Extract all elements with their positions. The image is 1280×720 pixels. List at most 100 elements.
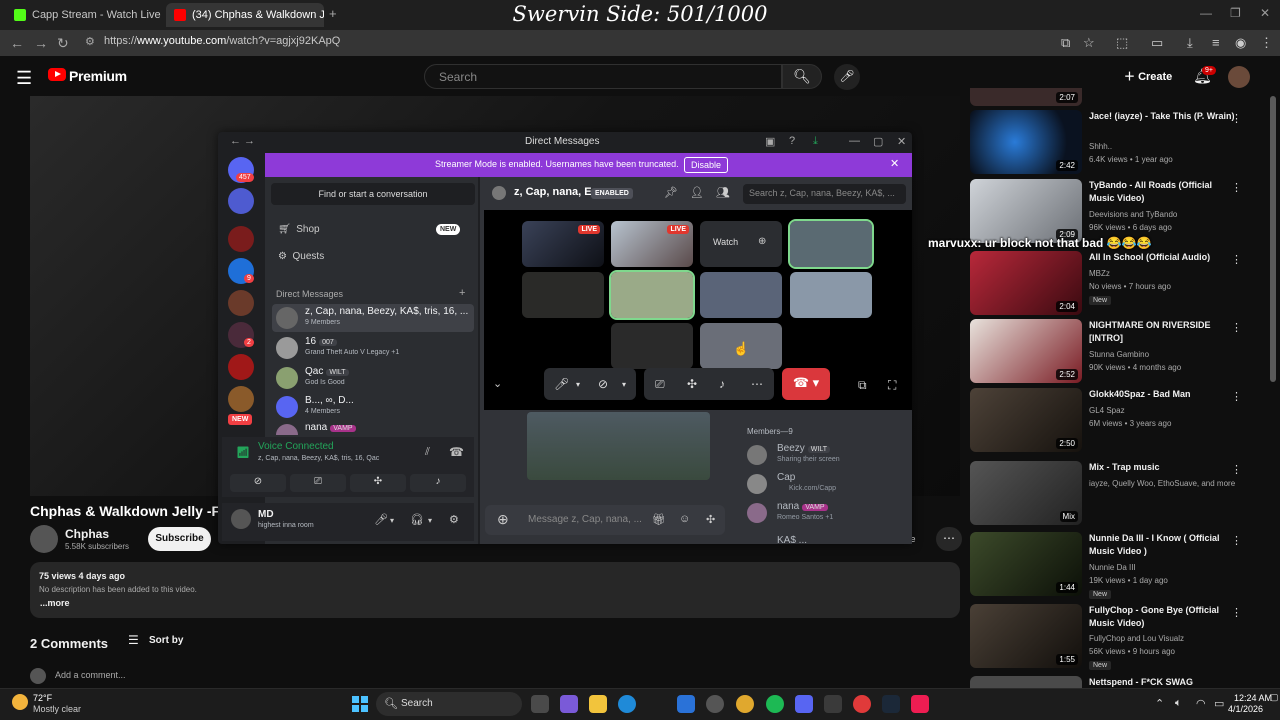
pin-icon[interactable]: 📌︎: [664, 186, 678, 199]
find-conversation-input[interactable]: Find or start a conversation: [271, 183, 475, 205]
tray-chevron-icon[interactable]: ⌃: [1155, 697, 1164, 710]
weather-icon[interactable]: [12, 694, 28, 710]
server-icon[interactable]: 9: [228, 258, 254, 284]
sidebar-icon[interactable]: ▭: [1151, 35, 1163, 51]
server-icon[interactable]: [228, 290, 254, 316]
participant-tile[interactable]: [790, 272, 872, 318]
weather-temp[interactable]: 72°F: [33, 693, 52, 703]
add-comment-input[interactable]: Add a comment...: [55, 670, 126, 680]
new-dm-icon[interactable]: +: [459, 287, 465, 299]
youtube-logo-icon[interactable]: [48, 68, 66, 81]
user-avatar[interactable]: [231, 509, 251, 529]
settings-gear-icon[interactable]: ⚙: [449, 513, 459, 526]
fullscreen-icon[interactable]: ⛶: [888, 378, 896, 393]
tab-youtube[interactable]: (34) Chphas & Walkdown Jelly ✕: [166, 3, 324, 27]
maximize-icon[interactable]: ❐: [1230, 6, 1241, 20]
discord-taskbar-icon[interactable]: [795, 695, 813, 713]
recommendation-item[interactable]: 2:04 All In School (Official Audio) MBZz…: [970, 251, 1260, 321]
recommendation-item[interactable]: 2:50 Glokk40Spaz - Bad Man GL4 Spaz 6M v…: [970, 388, 1260, 458]
url-field[interactable]: https://www.youtube.com/watch?v=agjxj92K…: [104, 35, 340, 47]
voice-search-mic-icon[interactable]: 🎤︎: [834, 64, 860, 90]
recommendation-menu-icon[interactable]: ⋮: [1231, 606, 1242, 619]
call-soundboard-icon[interactable]: ♪: [719, 377, 725, 391]
download-icon[interactable]: ⤓: [1187, 35, 1193, 51]
recommendation-menu-icon[interactable]: ⋮: [1231, 321, 1242, 334]
call-camera-off-icon[interactable]: ⊘: [598, 377, 608, 391]
forward-icon[interactable]: →: [34, 35, 48, 51]
discord-update-download-icon[interactable]: ⤓: [813, 135, 818, 148]
server-icon[interactable]: [228, 188, 254, 214]
recommendation-menu-icon[interactable]: ⋮: [1231, 534, 1242, 547]
create-button[interactable]: ＋ Create: [1124, 68, 1172, 84]
add-friends-icon[interactable]: 👤︎: [690, 186, 704, 199]
bookmark-star-icon[interactable]: ☆: [1083, 35, 1095, 51]
search-icon[interactable]: 🔍︎: [782, 64, 822, 89]
browser-menu-icon[interactable]: ⋮: [1260, 35, 1273, 51]
extensions-icon[interactable]: ⬚: [1116, 35, 1128, 51]
recommendation-partial[interactable]: 2:07: [970, 88, 1260, 106]
notification-center-icon[interactable]: ▢: [1270, 692, 1279, 703]
member-item[interactable]: Beezy WILT Sharing their screen: [747, 443, 907, 471]
dm-item[interactable]: z, Cap, nana, Beezy, KA$, tris, 16, ... …: [272, 304, 474, 332]
stream-tile[interactable]: Watch ⊕: [700, 221, 782, 267]
soundboard-icon[interactable]: ♪: [410, 474, 466, 492]
call-mic-icon[interactable]: 🎤︎: [554, 377, 569, 391]
tab-capp-stream[interactable]: Capp Stream - Watch Live on K ✕: [6, 3, 164, 27]
discord-screen-icon[interactable]: ▣: [765, 135, 775, 148]
sort-icon[interactable]: ☰: [128, 633, 139, 647]
discord-home-icon[interactable]: 457: [228, 157, 254, 183]
hang-up-button[interactable]: ☎ ▾: [782, 368, 830, 400]
chevron-down-icon[interactable]: ▾: [576, 380, 580, 389]
participant-tile[interactable]: [522, 272, 604, 318]
spotify-icon[interactable]: [766, 695, 784, 713]
more-actions-icon[interactable]: ⋯: [936, 527, 962, 551]
recommendation-menu-icon[interactable]: ⋮: [1231, 463, 1242, 476]
taskbar-date[interactable]: 4/1/2026: [1228, 704, 1263, 714]
new-tab-icon[interactable]: +: [329, 6, 337, 21]
discord-forward-icon[interactable]: →: [244, 135, 255, 147]
streamer-mode-disable-button[interactable]: Disable: [684, 157, 728, 173]
youtube-premium-brand[interactable]: Premium: [69, 68, 127, 84]
wifi-icon[interactable]: ◠: [1196, 697, 1206, 710]
activities-icon[interactable]: ✣: [350, 474, 406, 492]
call-activities-icon[interactable]: ✣: [687, 377, 697, 391]
reading-list-icon[interactable]: ≡: [1212, 35, 1220, 50]
channel-avatar[interactable]: [30, 525, 58, 553]
recommendation-item[interactable]: 2:52 NIGHTMARE ON RIVERSIDE [INTRO] Stun…: [970, 319, 1260, 389]
disconnect-icon[interactable]: ☎: [449, 445, 464, 459]
call-share-screen-icon[interactable]: ⎚: [655, 377, 665, 392]
member-item[interactable]: Cap Kick.com/Capp: [747, 472, 907, 500]
recommendation-item[interactable]: Mix Mix - Trap music iayze, Quelly Woo, …: [970, 461, 1260, 531]
sort-by-button[interactable]: Sort by: [149, 635, 183, 646]
app-icon[interactable]: [706, 695, 724, 713]
call-more-icon[interactable]: ⋯: [751, 377, 763, 391]
cast-icon[interactable]: ⧉: [1061, 35, 1070, 51]
description-more-link[interactable]: ...more: [40, 598, 70, 608]
store-icon[interactable]: [677, 695, 695, 713]
dm-item[interactable]: B..., ∞, D... 4 Members: [272, 393, 474, 421]
chevron-down-icon[interactable]: ▾: [428, 516, 432, 525]
dm-item[interactable]: nana VAMP: [272, 421, 474, 435]
channel-name[interactable]: Chphas: [65, 527, 109, 541]
battery-icon[interactable]: ▭: [1214, 697, 1224, 710]
voice-connected-label[interactable]: Voice Connected: [258, 441, 334, 452]
dm-item[interactable]: 16 007 Grand Theft Auto V Legacy +1: [272, 334, 474, 362]
emoji-icon[interactable]: ☺: [679, 513, 690, 525]
conversation-name[interactable]: z, Cap, nana, E: [514, 186, 592, 198]
back-icon[interactable]: ←: [10, 35, 24, 51]
server-icon[interactable]: [228, 354, 254, 380]
noise-suppression-icon[interactable]: ⫽: [425, 446, 430, 459]
edge-icon[interactable]: [618, 695, 636, 713]
site-info-icon[interactable]: ⚙: [85, 35, 95, 48]
discord-close-icon[interactable]: ✕: [897, 135, 906, 148]
start-button-icon[interactable]: [352, 696, 368, 712]
nav-quests[interactable]: ⚙ Quests: [278, 251, 324, 262]
taskbar-clock[interactable]: 12:24 AM: [1234, 693, 1272, 703]
stream-tile[interactable]: LIVE: [611, 221, 693, 267]
opera-icon[interactable]: [853, 695, 871, 713]
hamburger-menu-icon[interactable]: ☰: [16, 68, 32, 89]
microphone-icon[interactable]: 🎤︎: [374, 513, 388, 526]
minimize-icon[interactable]: —: [1200, 6, 1212, 20]
participant-tile[interactable]: [788, 219, 874, 269]
tiktok-icon[interactable]: [911, 695, 929, 713]
